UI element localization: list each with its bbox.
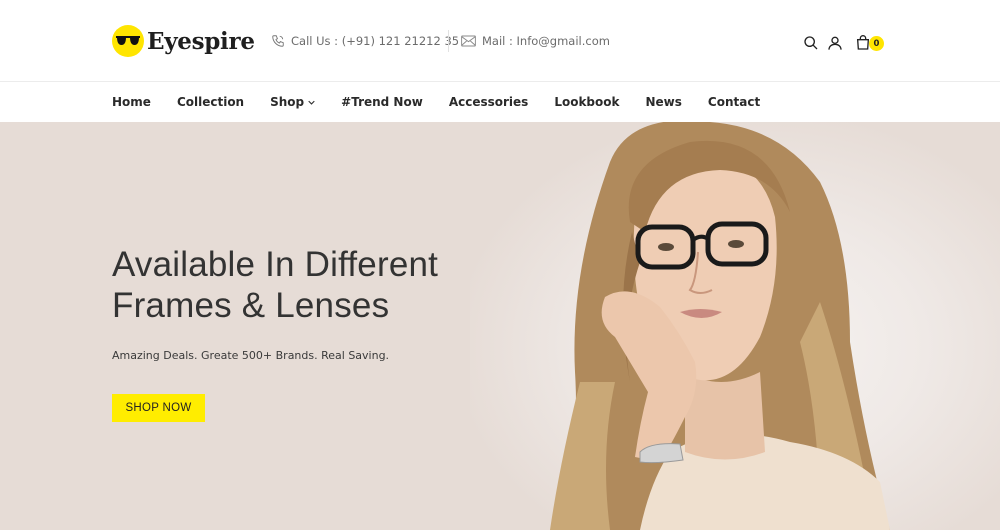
nav-item-label: Contact	[707, 95, 761, 109]
model-wearing-glasses-image	[550, 122, 890, 530]
hero-title: Available In Different Frames & Lenses	[112, 244, 438, 326]
phone-label: Call Us : (+91) 121 21212 35	[291, 34, 460, 48]
nav-item-shop[interactable]: Shop	[270, 95, 315, 109]
nav-list: Home Collection Shop #Trend Now Accessor…	[112, 82, 786, 122]
mail-icon	[461, 35, 476, 47]
chevron-down-icon	[308, 100, 315, 105]
cart-count-badge: 0	[869, 36, 884, 51]
search-button[interactable]	[802, 34, 820, 52]
hero-banner: Available In Different Frames & Lenses A…	[0, 122, 1000, 530]
cart-button[interactable]: 0	[854, 34, 884, 52]
hero-title-line-2: Frames & Lenses	[112, 286, 390, 325]
site-header: Eyespire Call Us : (+91) 121 21212 35 Ma…	[0, 0, 1000, 82]
glasses-logo-icon	[112, 25, 144, 57]
shop-now-button[interactable]: SHOP NOW	[112, 394, 205, 422]
user-icon	[828, 36, 842, 50]
nav-item-label: News	[645, 95, 682, 109]
search-icon	[804, 36, 818, 50]
nav-item-accessories[interactable]: Accessories	[449, 95, 529, 109]
nav-item-label: #Trend Now	[341, 95, 423, 109]
nav-item-label: Collection	[176, 95, 245, 109]
main-navigation: Home Collection Shop #Trend Now Accessor…	[0, 82, 1000, 122]
nav-item-contact[interactable]: Contact	[708, 95, 760, 109]
nav-item-lookbook[interactable]: Lookbook	[554, 95, 619, 109]
nav-item-label: Shop	[270, 95, 305, 109]
contact-mail[interactable]: Mail : Info@gmail.com	[461, 34, 610, 48]
nav-item-trend-now[interactable]: #Trend Now	[341, 95, 423, 109]
brand-name: Eyespire	[147, 27, 255, 55]
nav-item-news[interactable]: News	[646, 95, 682, 109]
nav-item-label: Lookbook	[554, 95, 620, 109]
nav-item-label: Accessories	[448, 95, 529, 109]
contact-divider	[448, 30, 449, 52]
account-button[interactable]	[826, 34, 844, 52]
nav-item-collection[interactable]: Collection	[177, 95, 244, 109]
phone-icon	[272, 35, 284, 47]
contact-phone[interactable]: Call Us : (+91) 121 21212 35	[271, 34, 459, 48]
nav-item-label: Home	[112, 95, 151, 109]
hero-subtitle: Amazing Deals. Greate 500+ Brands. Real …	[112, 349, 390, 362]
mail-label: Mail : Info@gmail.com	[482, 34, 610, 48]
header-actions: 0	[802, 33, 884, 53]
brand-logo[interactable]: Eyespire	[112, 25, 255, 57]
nav-item-home[interactable]: Home	[112, 95, 151, 109]
hero-title-line-1: Available In Different	[112, 245, 439, 284]
